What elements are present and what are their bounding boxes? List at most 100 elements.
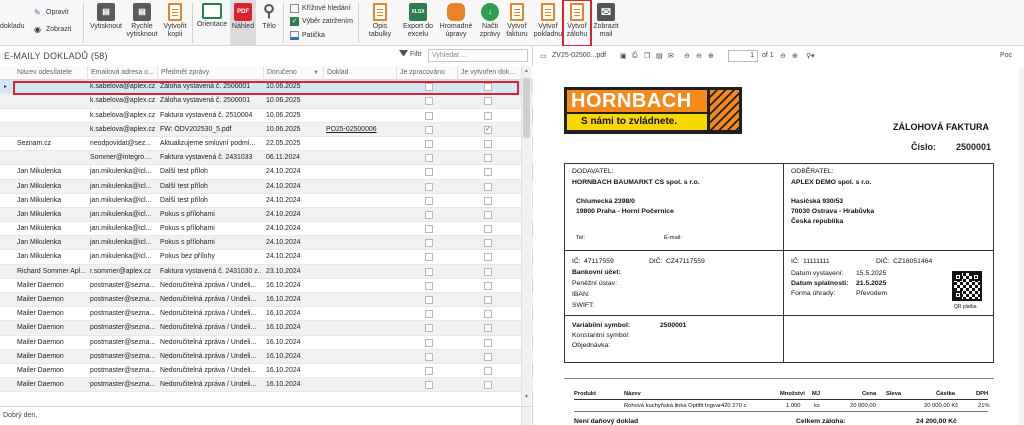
save-icon[interactable]: ▣ xyxy=(620,52,627,60)
table-row[interactable]: Jan Mikulenka jan.mikulenka@icl... Pokus s… xyxy=(0,207,533,223)
zoom-out-icon[interactable]: ⊖ xyxy=(780,52,786,60)
created-checkbox[interactable] xyxy=(484,310,492,319)
created-checkbox[interactable] xyxy=(484,352,492,361)
vytisknout-button[interactable]: ▤ Vytisknout xyxy=(88,0,124,31)
created-checkbox[interactable] xyxy=(484,196,492,205)
zoom-in-icon[interactable]: ⊕ xyxy=(792,52,798,60)
created-checkbox[interactable] xyxy=(484,267,492,276)
created-checkbox[interactable] xyxy=(484,123,492,137)
table-row[interactable]: Mailer Daemon postmaster@sezna... Nedoruči… xyxy=(0,336,533,350)
created-checkbox[interactable] xyxy=(484,324,492,333)
table-row[interactable]: Jan Mikulenka jan.mikulenka@icl... Pokus s… xyxy=(0,222,533,237)
export-excel-button[interactable]: XLSX Export do excelu xyxy=(400,0,436,39)
next-page-icon[interactable]: ⊕ xyxy=(708,52,714,60)
table-row[interactable]: Richard Sommer Apl... r.sommer@aplex.cz Fa… xyxy=(0,264,533,279)
nahled-button[interactable]: PDF Náhled xyxy=(230,0,256,45)
orientace-button[interactable]: Orientace xyxy=(194,0,230,29)
processed-checkbox[interactable] xyxy=(425,239,433,248)
opravit-button[interactable]: ✎ Opravit xyxy=(34,8,69,17)
table-row[interactable]: Mailer Daemon postmaster@sezna... Nedoruči… xyxy=(0,279,533,293)
vyber-zatrzenim-option[interactable]: ✓ Výběr zatržením xyxy=(290,17,353,26)
col-header-sender[interactable]: Název odesílatele xyxy=(14,66,86,80)
processed-checkbox[interactable] xyxy=(425,139,433,148)
table-row[interactable]: Jan Mikulenka jan.mikulenka@icl... Další t… xyxy=(0,179,533,194)
hromadne-upravy-button[interactable]: Hromadné úpravy xyxy=(437,0,475,39)
created-checkbox[interactable] xyxy=(484,111,492,120)
table-row[interactable]: Mailer Daemon postmaster@sezna... Nedoruči… xyxy=(0,349,533,364)
created-checkbox[interactable] xyxy=(484,225,492,234)
col-header-created[interactable]: Je vytvořen dok... xyxy=(457,66,520,80)
first-page-icon[interactable]: ⊖ xyxy=(684,52,690,60)
scroll-down-icon[interactable]: ▼ xyxy=(524,394,529,400)
export-icon[interactable]: ▤ xyxy=(656,52,663,60)
processed-checkbox[interactable] xyxy=(425,182,433,191)
created-checkbox[interactable] xyxy=(484,83,492,92)
processed-checkbox[interactable] xyxy=(425,281,433,290)
pdf-right-scroll[interactable] xyxy=(1019,68,1024,425)
vytvor-pokladnu-button[interactable]: Vytvoř pokladnu xyxy=(533,0,563,39)
col-header-email[interactable]: Emailová adresa o... xyxy=(87,66,157,80)
vertical-scrollbar[interactable]: ▲ ▼ xyxy=(521,66,531,425)
page-number-input[interactable]: 1 xyxy=(728,50,758,62)
doklady-button[interactable]: dokladu xyxy=(0,23,25,30)
table-row[interactable]: Jan Mikulenka jan.mikulenka@icl... Další t… xyxy=(0,165,533,180)
vytvor-fakturu-button[interactable]: Vytvoř fakturu xyxy=(503,0,531,39)
vytvorit-kopii-button[interactable]: Vytvořit kopii xyxy=(160,0,190,39)
zobrazit-mail-button[interactable]: ✉ Zobrazit mail xyxy=(591,0,621,39)
sidebar-toggle-icon[interactable]: ▭ xyxy=(540,52,547,60)
table-row[interactable]: Sommer@integro.... Faktura vystavená č. 2… xyxy=(0,151,533,166)
processed-checkbox[interactable] xyxy=(425,310,433,319)
vytvor-zalohu-button[interactable]: Vytvoř zálohu xyxy=(562,0,592,47)
created-checkbox[interactable] xyxy=(484,168,492,177)
table-row[interactable]: Mailer Daemon postmaster@sezna... Nedoruči… xyxy=(0,378,533,393)
table-row[interactable]: Mailer Daemon postmaster@sezna... Nedoruči… xyxy=(0,293,533,308)
created-checkbox[interactable] xyxy=(484,239,492,248)
table-row[interactable]: Jan Mikulenka jan.mikulenka@icl... Pokus b… xyxy=(0,250,533,265)
col-header-processed[interactable]: Je zpracováno xyxy=(396,66,456,80)
processed-checkbox[interactable] xyxy=(425,196,433,205)
table-row[interactable]: k.sabelova@aplex.cz Faktura vystavená č. … xyxy=(0,109,533,123)
created-checkbox[interactable] xyxy=(484,253,492,262)
krizove-hledani-option[interactable]: Křížové hledání xyxy=(290,4,351,13)
processed-checkbox[interactable] xyxy=(425,324,433,333)
processed-checkbox[interactable] xyxy=(425,338,433,347)
table-row[interactable]: Mailer Daemon postmaster@sezna... Nedoruči… xyxy=(0,307,533,322)
telo-button[interactable]: ⚲ Tělo xyxy=(257,0,281,31)
table-row[interactable]: Mailer Daemon postmaster@sezna... Nedoruči… xyxy=(0,364,533,379)
created-checkbox[interactable] xyxy=(484,366,492,375)
prev-page-icon[interactable]: ⊖ xyxy=(696,52,702,60)
table-row[interactable]: Jan Mikulenka jan.mikulenka@icl... Další t… xyxy=(0,194,533,208)
table-row[interactable]: Mailer Daemon postmaster@sezna... Nedoruči… xyxy=(0,321,533,336)
processed-checkbox[interactable] xyxy=(425,83,433,92)
table-row[interactable]: k.sabelova@aplex.cz Záloha vystavená č. 2… xyxy=(0,80,533,95)
processed-checkbox[interactable] xyxy=(425,154,433,163)
created-checkbox[interactable] xyxy=(484,182,492,191)
processed-checkbox[interactable] xyxy=(425,352,433,361)
zobrazit-button[interactable]: ◉ Zobrazit xyxy=(34,25,71,34)
created-checkbox[interactable] xyxy=(484,296,492,304)
created-checkbox[interactable] xyxy=(484,381,492,390)
processed-checkbox[interactable] xyxy=(425,381,433,390)
print-icon[interactable]: ⎙ xyxy=(632,52,638,60)
processed-checkbox[interactable] xyxy=(425,168,433,177)
created-checkbox[interactable] xyxy=(484,97,492,106)
processed-checkbox[interactable] xyxy=(425,296,433,304)
opis-tabulky-button[interactable]: Opis tabulky xyxy=(361,0,399,39)
attach-icon[interactable]: ✉ xyxy=(668,52,674,60)
created-checkbox[interactable] xyxy=(484,338,492,347)
created-checkbox[interactable] xyxy=(484,154,492,163)
processed-checkbox[interactable] xyxy=(425,366,433,375)
nacti-zpravy-button[interactable]: ↓ Načti zprávy xyxy=(477,0,503,39)
col-header-doc[interactable]: Doklad xyxy=(323,66,395,80)
processed-checkbox[interactable] xyxy=(425,253,433,262)
search-icon[interactable]: ⚲▾ xyxy=(806,52,815,60)
processed-checkbox[interactable] xyxy=(425,125,433,134)
processed-checkbox[interactable] xyxy=(425,97,433,106)
table-row[interactable]: k.sabelova@aplex.cz FW: ODV202530_5.pdf 10… xyxy=(0,122,533,137)
processed-checkbox[interactable] xyxy=(425,210,433,219)
table-row[interactable]: Seznam.cz neodpovidat@sez... Aktualizujeme… xyxy=(0,137,533,152)
created-checkbox[interactable] xyxy=(484,139,492,148)
processed-checkbox[interactable] xyxy=(425,111,433,120)
right-tool-label[interactable]: Poc xyxy=(1000,52,1012,59)
scroll-thumb[interactable] xyxy=(523,78,530,138)
